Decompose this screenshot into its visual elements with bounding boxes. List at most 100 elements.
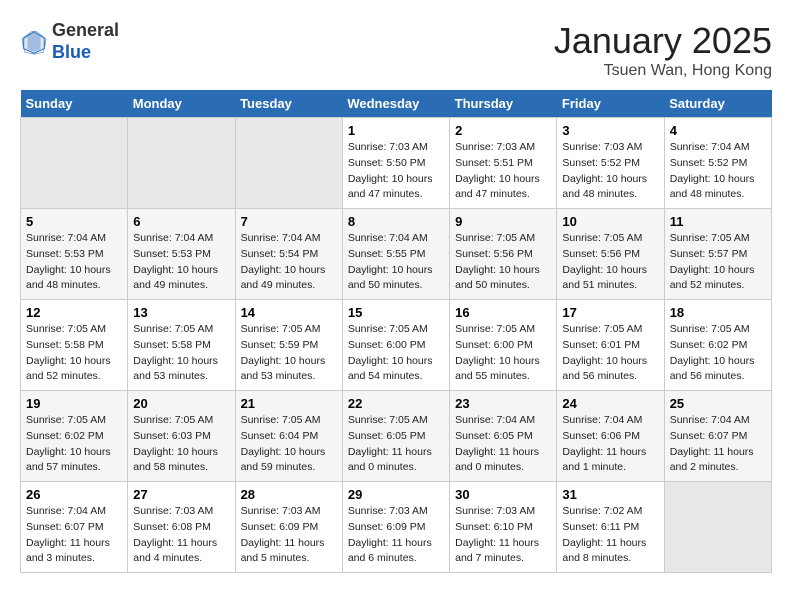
calendar-cell: 4Sunrise: 7:04 AMSunset: 5:52 PMDaylight… (664, 118, 771, 209)
logo-icon (20, 28, 48, 56)
days-header-row: SundayMondayTuesdayWednesdayThursdayFrid… (21, 90, 772, 118)
day-number: 31 (562, 487, 658, 502)
day-number: 25 (670, 396, 766, 411)
calendar-cell: 15Sunrise: 7:05 AMSunset: 6:00 PMDayligh… (342, 300, 449, 391)
day-number: 27 (133, 487, 229, 502)
day-info: Sunrise: 7:04 AMSunset: 5:52 PMDaylight:… (670, 140, 766, 203)
day-number: 13 (133, 305, 229, 320)
calendar-cell (21, 118, 128, 209)
day-number: 11 (670, 214, 766, 229)
day-info: Sunrise: 7:03 AMSunset: 6:09 PMDaylight:… (241, 504, 337, 567)
day-number: 22 (348, 396, 444, 411)
calendar-cell: 11Sunrise: 7:05 AMSunset: 5:57 PMDayligh… (664, 209, 771, 300)
day-number: 3 (562, 123, 658, 138)
header-monday: Monday (128, 90, 235, 118)
day-number: 10 (562, 214, 658, 229)
day-number: 23 (455, 396, 551, 411)
month-title: January 2025 (554, 20, 772, 62)
day-number: 2 (455, 123, 551, 138)
week-row-1: 1 Sunrise: 7:03 AMSunset: 5:50 PMDaylight… (21, 118, 772, 209)
calendar-cell: 17Sunrise: 7:05 AMSunset: 6:01 PMDayligh… (557, 300, 664, 391)
day-info: Sunrise: 7:05 AMSunset: 6:02 PMDaylight:… (670, 322, 766, 385)
header-thursday: Thursday (450, 90, 557, 118)
day-info: Sunrise: 7:03 AMSunset: 6:10 PMDaylight:… (455, 504, 551, 567)
day-number: 12 (26, 305, 122, 320)
day-info: Sunrise: 7:05 AMSunset: 6:03 PMDaylight:… (133, 413, 229, 476)
calendar-cell: 6Sunrise: 7:04 AMSunset: 5:53 PMDaylight… (128, 209, 235, 300)
logo: General Blue (20, 20, 119, 63)
calendar-cell: 27Sunrise: 7:03 AMSunset: 6:08 PMDayligh… (128, 482, 235, 573)
day-number: 20 (133, 396, 229, 411)
week-row-4: 19Sunrise: 7:05 AMSunset: 6:02 PMDayligh… (21, 391, 772, 482)
calendar-cell: 9Sunrise: 7:05 AMSunset: 5:56 PMDaylight… (450, 209, 557, 300)
header-sunday: Sunday (21, 90, 128, 118)
day-info: Sunrise: 7:05 AMSunset: 5:56 PMDaylight:… (455, 231, 551, 294)
calendar-cell: 23 Sunrise: 7:04 AMSunset: 6:05 PMDayligh… (450, 391, 557, 482)
week-row-2: 5Sunrise: 7:04 AMSunset: 5:53 PMDaylight… (21, 209, 772, 300)
day-info: Sunrise: 7:05 AMSunset: 5:56 PMDaylight:… (562, 231, 658, 294)
day-info: Sunrise: 7:02 AMSunset: 6:11 PMDaylight:… (562, 504, 658, 567)
calendar-cell: 19Sunrise: 7:05 AMSunset: 6:02 PMDayligh… (21, 391, 128, 482)
day-number: 16 (455, 305, 551, 320)
day-number: 14 (241, 305, 337, 320)
week-row-5: 26 Sunrise: 7:04 AMSunset: 6:07 PMDayligh… (21, 482, 772, 573)
day-info: Sunrise: 7:03 AMSunset: 5:50 PMDaylight:… (348, 140, 444, 203)
day-info: Sunrise: 7:04 AMSunset: 6:07 PMDaylight:… (670, 413, 766, 476)
day-info: Sunrise: 7:05 AMSunset: 6:04 PMDaylight:… (241, 413, 337, 476)
day-info: Sunrise: 7:04 AMSunset: 6:06 PMDaylight:… (562, 413, 658, 476)
day-info: Sunrise: 7:05 AMSunset: 5:59 PMDaylight:… (241, 322, 337, 385)
day-info: Sunrise: 7:03 AMSunset: 5:51 PMDaylight:… (455, 140, 551, 203)
day-info: Sunrise: 7:03 AMSunset: 5:52 PMDaylight:… (562, 140, 658, 203)
calendar-cell: 14 Sunrise: 7:05 AMSunset: 5:59 PMDayligh… (235, 300, 342, 391)
day-number: 18 (670, 305, 766, 320)
calendar-cell: 26 Sunrise: 7:04 AMSunset: 6:07 PMDayligh… (21, 482, 128, 573)
calendar-cell: 12 Sunrise: 7:05 AMSunset: 5:58 PMDayligh… (21, 300, 128, 391)
title-block: January 2025 Tsuen Wan, Hong Kong (554, 20, 772, 80)
day-number: 21 (241, 396, 337, 411)
calendar-cell: 10 Sunrise: 7:05 AMSunset: 5:56 PMDayligh… (557, 209, 664, 300)
calendar-cell: 29Sunrise: 7:03 AMSunset: 6:09 PMDayligh… (342, 482, 449, 573)
day-info: Sunrise: 7:05 AMSunset: 5:58 PMDaylight:… (26, 322, 122, 385)
day-info: Sunrise: 7:04 AMSunset: 6:05 PMDaylight:… (455, 413, 551, 476)
week-row-3: 12 Sunrise: 7:05 AMSunset: 5:58 PMDayligh… (21, 300, 772, 391)
day-number: 24 (562, 396, 658, 411)
page-header: General Blue January 2025 Tsuen Wan, Hon… (20, 20, 772, 80)
day-number: 28 (241, 487, 337, 502)
day-number: 26 (26, 487, 122, 502)
location: Tsuen Wan, Hong Kong (554, 62, 772, 80)
calendar-cell (664, 482, 771, 573)
day-number: 30 (455, 487, 551, 502)
day-number: 17 (562, 305, 658, 320)
calendar-cell: 28 Sunrise: 7:03 AMSunset: 6:09 PMDayligh… (235, 482, 342, 573)
day-info: Sunrise: 7:05 AMSunset: 6:05 PMDaylight:… (348, 413, 444, 476)
day-number: 19 (26, 396, 122, 411)
calendar-cell: 2 Sunrise: 7:03 AMSunset: 5:51 PMDaylight… (450, 118, 557, 209)
calendar-cell: 30 Sunrise: 7:03 AMSunset: 6:10 PMDayligh… (450, 482, 557, 573)
day-number: 29 (348, 487, 444, 502)
calendar-cell: 7 Sunrise: 7:04 AMSunset: 5:54 PMDaylight… (235, 209, 342, 300)
calendar-cell: 18 Sunrise: 7:05 AMSunset: 6:02 PMDayligh… (664, 300, 771, 391)
day-info: Sunrise: 7:04 AMSunset: 5:54 PMDaylight:… (241, 231, 337, 294)
calendar-cell: 16 Sunrise: 7:05 AMSunset: 6:00 PMDayligh… (450, 300, 557, 391)
header-tuesday: Tuesday (235, 90, 342, 118)
calendar-cell: 24 Sunrise: 7:04 AMSunset: 6:06 PMDayligh… (557, 391, 664, 482)
logo-text: General Blue (52, 20, 119, 63)
day-info: Sunrise: 7:04 AMSunset: 5:55 PMDaylight:… (348, 231, 444, 294)
calendar-cell: 13 Sunrise: 7:05 AMSunset: 5:58 PMDayligh… (128, 300, 235, 391)
day-number: 7 (241, 214, 337, 229)
calendar-cell: 8Sunrise: 7:04 AMSunset: 5:55 PMDaylight… (342, 209, 449, 300)
calendar-cell: 25 Sunrise: 7:04 AMSunset: 6:07 PMDayligh… (664, 391, 771, 482)
calendar-cell: 31 Sunrise: 7:02 AMSunset: 6:11 PMDayligh… (557, 482, 664, 573)
day-info: Sunrise: 7:04 AMSunset: 6:07 PMDaylight:… (26, 504, 122, 567)
calendar-cell (235, 118, 342, 209)
header-friday: Friday (557, 90, 664, 118)
calendar-table: SundayMondayTuesdayWednesdayThursdayFrid… (20, 90, 772, 573)
day-number: 1 (348, 123, 444, 138)
day-number: 6 (133, 214, 229, 229)
header-wednesday: Wednesday (342, 90, 449, 118)
day-info: Sunrise: 7:05 AMSunset: 5:58 PMDaylight:… (133, 322, 229, 385)
calendar-cell (128, 118, 235, 209)
calendar-cell: 22 Sunrise: 7:05 AMSunset: 6:05 PMDayligh… (342, 391, 449, 482)
calendar-cell: 21 Sunrise: 7:05 AMSunset: 6:04 PMDayligh… (235, 391, 342, 482)
day-info: Sunrise: 7:05 AMSunset: 6:00 PMDaylight:… (455, 322, 551, 385)
